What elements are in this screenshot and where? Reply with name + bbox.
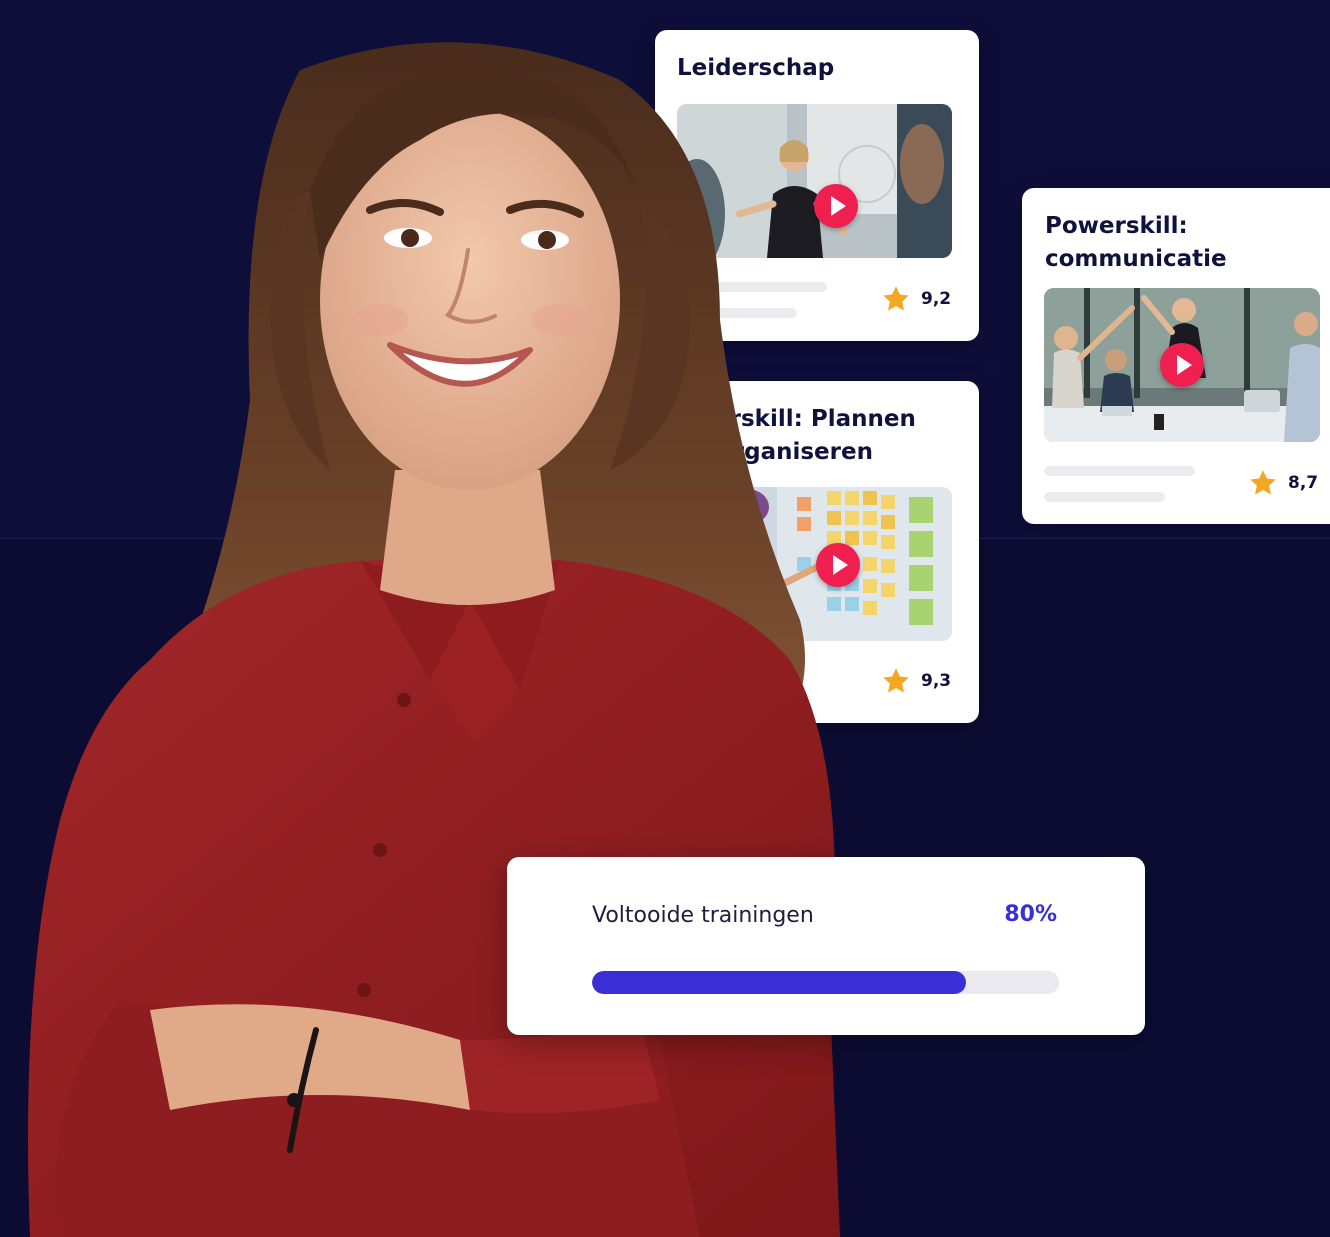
rating-value: 9,3 [921,671,952,691]
rating-value: 8,7 [1288,473,1319,493]
progress-track [592,971,1059,994]
star-icon [1250,470,1276,495]
progress-label: Voltooide trainingen [592,903,814,928]
course-card-title: Powerskill: communicatie [1045,213,1227,272]
course-card-communicatie[interactable]: Powerskill: communicatie 8,7 [1022,188,1330,524]
rating: 9,3 [881,666,951,696]
progress-fill [592,971,966,994]
progress-card: Voltooide trainingen 80% [507,857,1145,1035]
skeleton-line [1044,492,1165,502]
rating: 9,2 [881,284,951,314]
star-icon [883,286,909,311]
progress-percentage: 80% [1004,902,1057,927]
star-icon [883,668,909,693]
rating-value: 9,2 [921,289,952,309]
rating: 8,7 [1248,468,1318,498]
play-icon[interactable] [1160,343,1204,387]
skeleton-line [1044,466,1195,476]
course-thumbnail[interactable] [1044,288,1320,442]
smiling-woman-photo [28,42,840,1237]
